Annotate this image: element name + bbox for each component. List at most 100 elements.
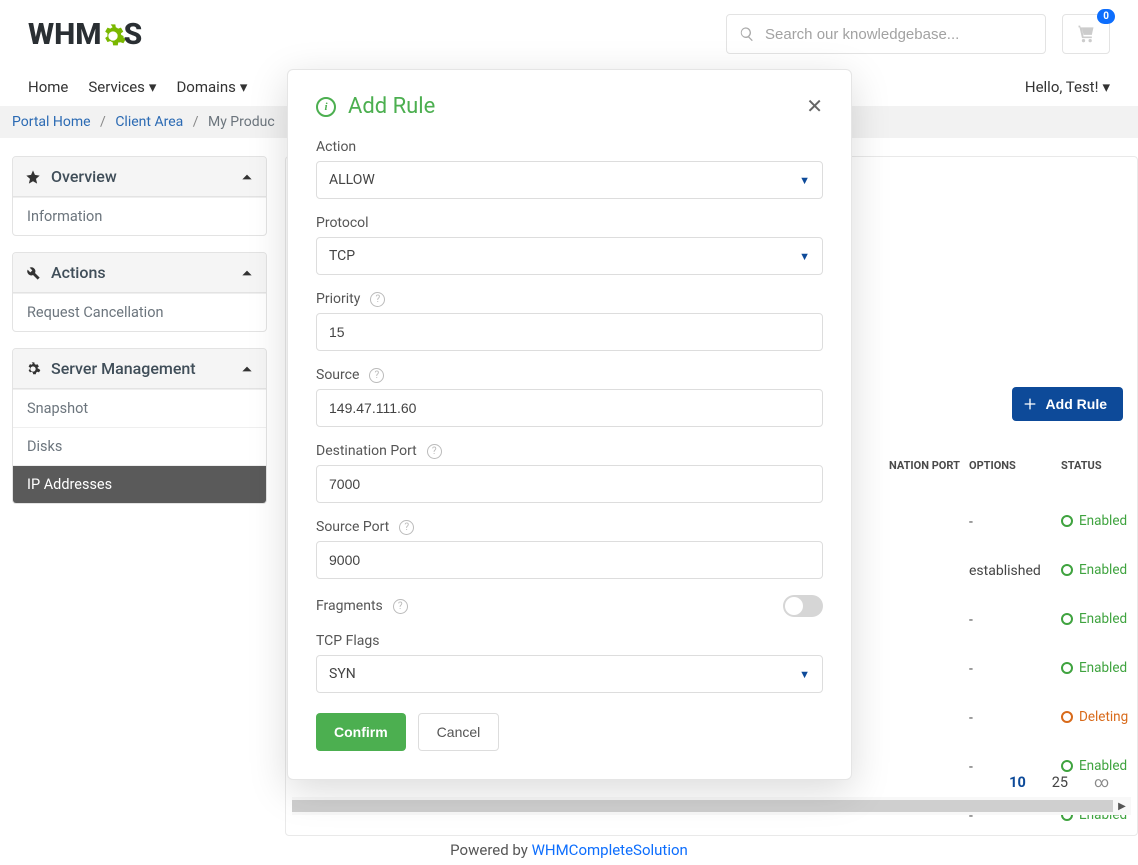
pager: 10 25 ∞ [1009, 774, 1109, 791]
sidebar-item-information[interactable]: Information [13, 197, 266, 235]
toggle-fragments[interactable] [783, 595, 823, 617]
cell-status: Enabled [1061, 660, 1129, 678]
info-icon: i [316, 97, 336, 117]
panel-actions: Actions Request Cancellation [12, 252, 267, 332]
gear-icon [99, 22, 127, 50]
footer-link[interactable]: WHMCompleteSolution [532, 841, 688, 859]
cart-button[interactable]: 0 [1062, 14, 1110, 54]
nav-user-menu[interactable]: Hello, Test! ▾ [1025, 78, 1110, 96]
pager-10[interactable]: 10 [1009, 774, 1026, 791]
brand-logo[interactable]: WHM S [28, 17, 142, 52]
cell-options: - [969, 612, 1061, 628]
cell-status: Deleting [1061, 709, 1129, 727]
gear-icon [25, 361, 41, 377]
nav-item-domains[interactable]: Domains ▾ [176, 78, 247, 96]
label-protocol: Protocol [316, 215, 823, 231]
chevron-up-icon [240, 362, 254, 376]
nav-item-home[interactable]: Home [28, 78, 68, 96]
scrollbar-track[interactable] [292, 800, 1113, 812]
cell-status: Enabled [1061, 758, 1129, 776]
search-box[interactable] [726, 14, 1046, 54]
cell-status: Enabled [1061, 611, 1129, 629]
status-icon [1061, 515, 1073, 527]
panel-header-overview[interactable]: Overview [13, 157, 266, 197]
pager-infinite[interactable]: ∞ [1094, 774, 1109, 791]
cell-options: - [969, 661, 1061, 677]
status-badge: Enabled [1061, 660, 1127, 676]
input-source-port[interactable] [316, 541, 823, 579]
status-badge: Enabled [1061, 513, 1127, 529]
cell-status: Enabled [1061, 562, 1129, 580]
table-row[interactable]: -Enabled [969, 497, 1129, 546]
help-icon[interactable]: ? [399, 520, 414, 535]
chevron-down-icon: ▼ [799, 174, 810, 187]
panel-header-actions[interactable]: Actions [13, 253, 266, 293]
status-icon [1061, 760, 1073, 772]
star-icon [25, 169, 41, 185]
header: WHM S 0 [0, 0, 1138, 68]
chevron-down-icon: ▼ [799, 668, 810, 681]
sidebar: Overview Information Actions Request Can… [12, 156, 267, 836]
cancel-button[interactable]: Cancel [418, 713, 500, 751]
panel-overview: Overview Information [12, 156, 267, 236]
cell-options: - [969, 710, 1061, 726]
label-source-port: Source Port ? [316, 519, 823, 535]
search-icon [739, 26, 755, 42]
cell-status: Enabled [1061, 513, 1129, 531]
status-icon [1061, 711, 1073, 723]
sidebar-item-disks[interactable]: Disks [13, 427, 266, 465]
cell-options: - [969, 759, 1061, 775]
sidebar-item-ip-addresses[interactable]: IP Addresses [13, 465, 266, 503]
header-right: 0 [726, 14, 1110, 54]
input-priority[interactable] [316, 313, 823, 351]
label-destination-port: Destination Port ? [316, 443, 823, 459]
scrollbar-arrow-right-icon[interactable]: ▶ [1113, 797, 1131, 815]
status-icon [1061, 662, 1073, 674]
input-destination-port[interactable] [316, 465, 823, 503]
label-tcp-flags: TCP Flags [316, 633, 823, 649]
table-row[interactable]: establishedEnabled [969, 546, 1129, 595]
chevron-down-icon: ▾ [240, 78, 248, 96]
close-button[interactable]: ✕ [806, 94, 823, 119]
nav-item-services[interactable]: Services ▾ [88, 78, 156, 96]
help-icon[interactable]: ? [369, 368, 384, 383]
select-protocol[interactable]: TCP ▼ [316, 237, 823, 275]
wrench-icon [25, 265, 41, 281]
panel-server-management: Server Management Snapshot Disks IP Addr… [12, 348, 267, 504]
help-icon[interactable]: ? [393, 599, 408, 614]
footer: Powered by WHMCompleteSolution [0, 841, 1138, 859]
chevron-up-icon [240, 170, 254, 184]
breadcrumb-client-area[interactable]: Client Area [115, 114, 183, 130]
table-row[interactable]: -Enabled [969, 644, 1129, 693]
close-icon: ✕ [806, 96, 823, 118]
select-tcp-flags[interactable]: SYN ▼ [316, 655, 823, 693]
cell-options: - [969, 514, 1061, 530]
label-source: Source ? [316, 367, 823, 383]
breadcrumb-current: My Produc [208, 114, 275, 130]
select-action[interactable]: ALLOW ▼ [316, 161, 823, 199]
modal-title: i Add Rule [316, 94, 435, 119]
chevron-up-icon [240, 266, 254, 280]
table-row[interactable]: -Deleting [969, 693, 1129, 742]
help-icon[interactable]: ? [370, 292, 385, 307]
horizontal-scrollbar[interactable]: ▶ [292, 797, 1131, 815]
chevron-down-icon: ▾ [149, 78, 157, 96]
search-input[interactable] [765, 26, 1033, 43]
sidebar-item-snapshot[interactable]: Snapshot [13, 389, 266, 427]
status-badge: Enabled [1061, 758, 1127, 774]
col-options: OPTIONS [969, 459, 1061, 472]
pager-25[interactable]: 25 [1052, 774, 1068, 791]
input-source[interactable] [316, 389, 823, 427]
help-icon[interactable]: ? [427, 444, 442, 459]
confirm-button[interactable]: Confirm [316, 713, 406, 751]
sidebar-item-request-cancellation[interactable]: Request Cancellation [13, 293, 266, 331]
panel-header-server-management[interactable]: Server Management [13, 349, 266, 389]
table-row[interactable]: -Enabled [969, 595, 1129, 644]
label-priority: Priority ? [316, 291, 823, 307]
chevron-down-icon: ▼ [799, 250, 810, 263]
breadcrumb-home[interactable]: Portal Home [12, 114, 91, 130]
add-rule-button[interactable]: Add Rule [1012, 387, 1123, 421]
col-destination-port: NATION PORT [889, 459, 969, 472]
table-header: NATION PORT OPTIONS STATUS [889, 459, 1129, 472]
status-badge: Enabled [1061, 562, 1127, 578]
